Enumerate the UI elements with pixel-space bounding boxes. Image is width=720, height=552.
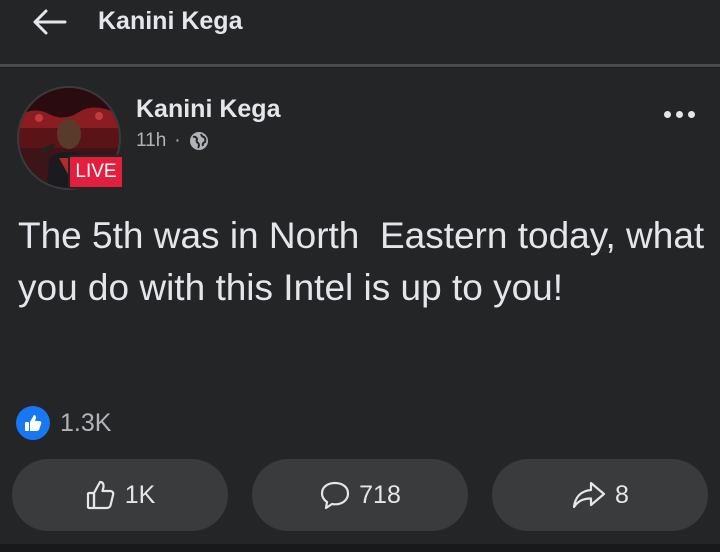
more-dot-icon: [675, 110, 683, 118]
comment-count: 718: [359, 480, 401, 509]
more-dot-icon: [687, 110, 695, 118]
thumbs-up-icon: [86, 480, 115, 510]
share-icon: [572, 481, 606, 509]
share-button[interactable]: 8: [492, 459, 708, 531]
post-timestamp[interactable]: 11h: [136, 128, 166, 154]
live-badge: LIVE: [68, 155, 124, 189]
meta-separator: ·: [174, 130, 181, 151]
back-button[interactable]: [26, 4, 72, 40]
like-button[interactable]: 1K: [12, 459, 228, 531]
author-avatar-container[interactable]: LIVE: [17, 86, 124, 190]
reaction-count: 1.3K: [60, 409, 112, 437]
header-title: Kanini Kega: [98, 7, 243, 35]
post-body-text: The 5th was in North Eastern today, what…: [18, 215, 715, 308]
share-count: 8: [615, 480, 629, 509]
globe-icon: [189, 132, 208, 150]
header-divider-shadow: [0, 67, 720, 68]
more-options-button[interactable]: [654, 100, 704, 128]
comment-button[interactable]: 718: [252, 459, 468, 531]
like-count: 1K: [124, 480, 156, 509]
top-bar: Kanini Kega: [0, 0, 720, 62]
reactions-summary[interactable]: 1.3K: [16, 406, 111, 440]
post-author-name[interactable]: Kanini Kega: [136, 94, 280, 124]
comment-icon: [321, 481, 350, 510]
bottom-divider: [0, 544, 720, 552]
like-reaction-icon: [16, 406, 50, 440]
arrow-left-icon: [33, 9, 67, 35]
more-dot-icon: [663, 110, 671, 118]
post-meta: 11h ·: [136, 128, 209, 154]
